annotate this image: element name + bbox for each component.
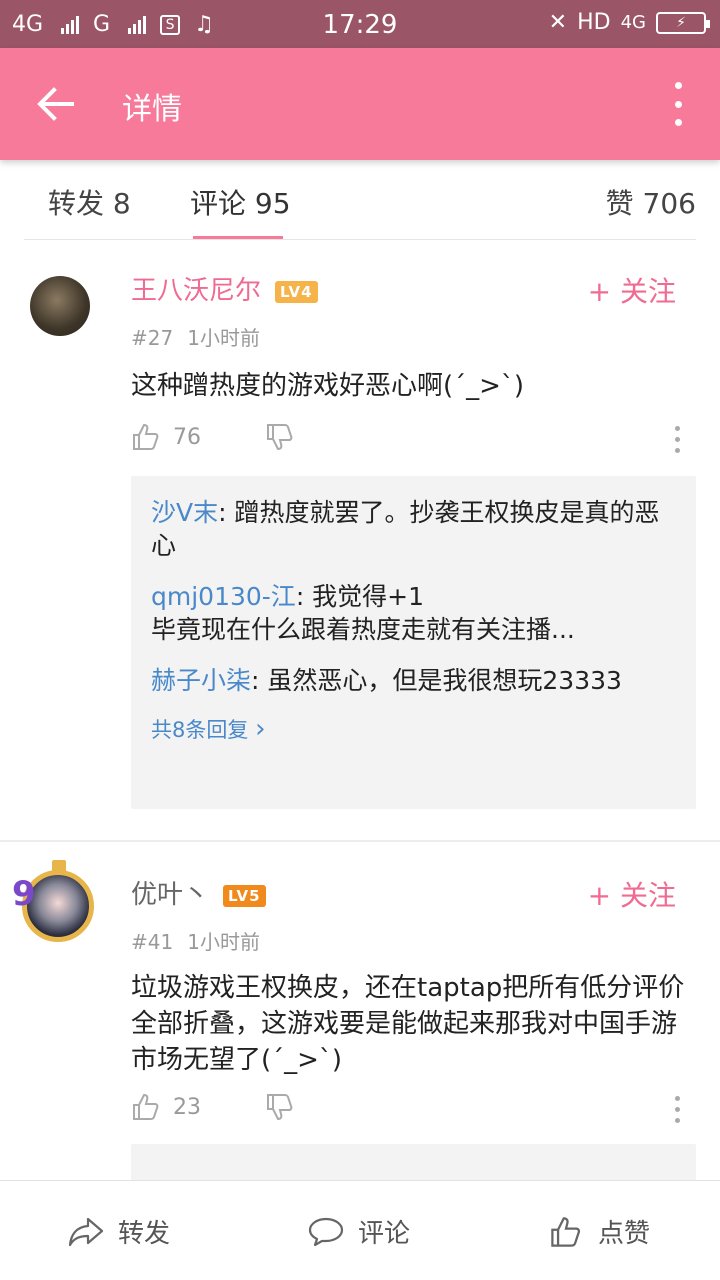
more-replies-label[interactable]: 共8条回复 — [151, 718, 248, 742]
level-9-icon: 9 — [12, 874, 36, 914]
view-all-replies-link[interactable]: 共8条回复 › — [151, 713, 676, 747]
status-right: ✕ HD 4G ⚡ — [548, 10, 710, 35]
floor-number: #41 — [131, 930, 174, 954]
more-options-button[interactable] — [668, 82, 688, 126]
comment-item: 王八沃尼尔 LV4 + 关注 #27 1小时前 这种蹭热度的游戏好恶心啊(ˊ_>ˋ)… — [0, 240, 720, 840]
reply-text: : 虽然恶心，但是我很想玩23333 — [251, 666, 622, 695]
avatar[interactable]: 9 — [12, 860, 104, 952]
like-button[interactable]: 76 — [131, 422, 201, 452]
reply-box[interactable] — [131, 1144, 696, 1180]
crown-icon — [52, 860, 66, 872]
thumbs-up-icon — [551, 1216, 581, 1247]
comment-text: 垃圾游戏王权换皮，还在taptap把所有低分评价全部折叠，这游戏要是能做起来那我… — [131, 973, 685, 1075]
dislike-button[interactable] — [265, 422, 295, 458]
like-label: 点赞 — [598, 1219, 651, 1249]
comment-author[interactable]: 王八沃尼尔 LV4 — [131, 270, 318, 307]
repost-button[interactable]: 转发 — [68, 1213, 170, 1250]
comment-more-button[interactable] — [675, 426, 680, 453]
level-badge: LV4 — [275, 280, 318, 303]
author-name[interactable]: 王八沃尼尔 — [131, 276, 261, 306]
reply-author[interactable]: 赫子小柒 — [151, 666, 251, 695]
reply-item[interactable]: 沙V末: 蹭热度就罢了。抄袭王权换皮是真的恶心 — [151, 496, 676, 562]
follow-button[interactable]: + 关注 — [588, 874, 676, 914]
reply-text: : 蹭热度就罢了。抄袭王权换皮是真的恶心 — [151, 498, 660, 560]
timestamp: 1小时前 — [187, 930, 260, 954]
tab-indicator — [193, 236, 283, 239]
reply-author[interactable]: qmj0130-江 — [151, 582, 296, 611]
comment-meta: #27 1小时前 — [131, 322, 274, 351]
network-label-3: 4G — [620, 12, 646, 33]
tab-bar: 转发 8 评论 95 赞 706 — [24, 160, 696, 240]
comment-button[interactable]: 评论 — [308, 1213, 410, 1250]
like-button[interactable]: 23 — [131, 1092, 201, 1122]
comment-text: 这种蹭热度的游戏好恶心啊(ˊ_>ˋ) — [131, 371, 525, 401]
comment-more-button[interactable] — [675, 1096, 680, 1123]
hd-label: HD — [577, 10, 611, 35]
comment-author[interactable]: 优叶丶 LV5 — [131, 874, 266, 911]
tab-likes[interactable]: 赞 706 — [606, 182, 696, 222]
thumbs-down-icon — [267, 1094, 293, 1121]
back-button[interactable] — [32, 80, 80, 128]
thumbs-up-icon — [133, 1093, 159, 1120]
tab-repost[interactable]: 转发 8 — [48, 182, 131, 222]
bottom-action-bar: 转发 评论 点赞 — [0, 1180, 720, 1280]
reply-item[interactable]: qmj0130-江: 我觉得+1 毕竟现在什么跟着热度走就有关注播... — [151, 580, 676, 646]
page-title: 详情 — [122, 92, 182, 127]
chevron-right-icon: › — [255, 714, 266, 744]
thumbs-up-icon — [133, 423, 159, 450]
comment-item: 9 优叶丶 LV5 + 关注 #41 1小时前 垃圾游戏王权换皮，还在taptap把… — [0, 842, 720, 1180]
comment-meta: #41 1小时前 — [131, 926, 274, 955]
comment-actions: 23 — [131, 1092, 696, 1128]
share-icon — [68, 1217, 104, 1246]
comment-actions: 76 — [131, 422, 696, 458]
like-action-button[interactable]: 点赞 — [548, 1213, 650, 1250]
status-bar: 4G G S ♫ 17:29 ✕ HD 4G ⚡ — [0, 0, 720, 48]
app-bar: 详情 — [0, 48, 720, 160]
comment-label: 评论 — [358, 1219, 411, 1249]
timestamp: 1小时前 — [187, 326, 260, 350]
reply-author[interactable]: 沙V末 — [151, 498, 218, 527]
more-vertical-icon — [674, 82, 682, 89]
repost-label: 转发 — [118, 1219, 171, 1249]
like-count: 76 — [173, 424, 201, 450]
dislike-button[interactable] — [265, 1092, 295, 1128]
arrow-left-icon — [37, 87, 74, 121]
level-badge: LV5 — [223, 884, 266, 907]
mute-icon: ✕ — [548, 10, 568, 35]
reply-box[interactable]: 沙V末: 蹭热度就罢了。抄袭王权换皮是真的恶心 qmj0130-江: 我觉得+1… — [131, 476, 696, 809]
avatar[interactable] — [30, 276, 90, 336]
battery-icon: ⚡ — [656, 11, 710, 34]
floor-number: #27 — [131, 326, 174, 350]
author-name[interactable]: 优叶丶 — [131, 880, 209, 910]
like-count: 23 — [173, 1094, 201, 1120]
thumbs-down-icon — [267, 424, 293, 451]
tab-comments[interactable]: 评论 95 — [190, 182, 291, 222]
comment-bubble-icon — [308, 1217, 344, 1246]
reply-item[interactable]: 赫子小柒: 虽然恶心，但是我很想玩23333 — [151, 664, 676, 697]
follow-button[interactable]: + 关注 — [588, 270, 676, 310]
